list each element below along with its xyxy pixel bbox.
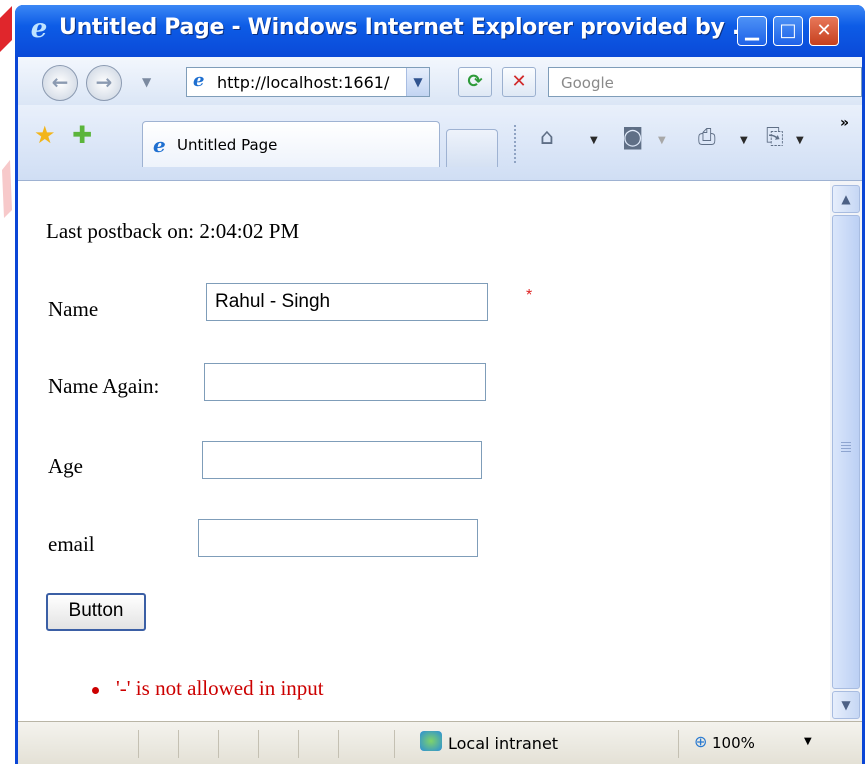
security-zone-text[interactable]: Local intranet <box>448 734 558 753</box>
error-bullet-icon <box>92 687 99 694</box>
title-bar: e Untitled Page - Windows Internet Explo… <box>15 5 865 57</box>
email-field[interactable] <box>198 519 478 557</box>
chevron-more-icon[interactable]: » <box>840 115 849 131</box>
minimize-button[interactable]: ▁ <box>737 16 767 46</box>
zoom-level[interactable]: 100% <box>712 734 755 752</box>
tab-untitled-page[interactable]: e Untitled Page <box>142 121 440 167</box>
page-content: Last postback on: 2:04:02 PM Name * Name… <box>18 181 830 721</box>
stop-button[interactable]: ✕ <box>502 67 536 97</box>
address-toolbar: ← → ▼ e http://localhost:1661/ ▼ ⟳ ✕ Goo… <box>18 57 862 105</box>
close-button[interactable]: ✕ <box>809 16 839 46</box>
scroll-grip-icon <box>841 442 851 452</box>
status-divider <box>178 730 179 758</box>
name-field[interactable] <box>206 283 488 321</box>
recent-pages-dropdown[interactable]: ▼ <box>142 75 151 89</box>
status-divider <box>138 730 139 758</box>
age-field[interactable] <box>202 441 482 479</box>
status-divider <box>258 730 259 758</box>
age-label: Age <box>48 454 83 478</box>
required-marker: * <box>526 287 533 304</box>
email-label: email <box>48 532 95 556</box>
zoom-dropdown-icon[interactable]: ▼ <box>804 736 812 747</box>
tab-label: Untitled Page <box>177 136 278 154</box>
ie-logo-icon: e <box>30 14 48 44</box>
status-bar: Local intranet ⊕ 100% ▼ <box>18 721 862 764</box>
postback-text: Last postback on: 2:04:02 PM <box>46 219 300 243</box>
refresh-button[interactable]: ⟳ <box>458 67 492 97</box>
toolbar-separator <box>514 125 516 163</box>
vertical-scrollbar[interactable]: ▲ ▼ <box>830 181 862 721</box>
window-title: Untitled Page - Windows Internet Explore… <box>59 15 757 40</box>
name-again-field[interactable] <box>204 363 486 401</box>
status-divider <box>218 730 219 758</box>
scroll-down-button[interactable]: ▼ <box>832 691 860 719</box>
address-text[interactable]: http://localhost:1661/ <box>217 73 407 92</box>
feeds-dropdown-icon[interactable]: ▼ <box>658 135 666 146</box>
status-divider <box>298 730 299 758</box>
name-again-label: Name Again: <box>48 374 160 398</box>
new-tab-button[interactable] <box>446 129 498 167</box>
status-divider <box>338 730 339 758</box>
feeds-icon[interactable]: ◙ <box>622 125 643 150</box>
watermark-mark <box>0 6 12 218</box>
tab-page-icon: e <box>153 133 166 157</box>
local-intranet-icon <box>420 731 442 751</box>
tab-toolbar: ★ ✚ e Untitled Page ⌂ ▼ ◙ ▼ ⎙ ▼ ⎘ ▼ » <box>18 105 862 181</box>
address-dropdown-button[interactable]: ▼ <box>406 68 429 96</box>
favorites-center-icon[interactable]: ★ <box>34 121 56 149</box>
home-dropdown-icon[interactable]: ▼ <box>590 135 598 146</box>
page-dropdown-icon[interactable]: ▼ <box>796 135 804 146</box>
status-divider <box>394 730 395 758</box>
print-dropdown-icon[interactable]: ▼ <box>740 135 748 146</box>
home-icon[interactable]: ⌂ <box>540 125 554 150</box>
submit-button[interactable]: Button <box>46 593 146 631</box>
search-input[interactable]: Google <box>548 67 862 97</box>
back-button[interactable]: ← <box>42 65 78 101</box>
name-label: Name <box>48 297 99 321</box>
validation-error-message: '-' is not allowed in input <box>116 676 324 700</box>
browser-window: e Untitled Page - Windows Internet Explo… <box>15 5 865 764</box>
scroll-thumb[interactable] <box>832 215 860 689</box>
forward-button[interactable]: → <box>86 65 122 101</box>
status-divider <box>678 730 679 758</box>
zoom-icon[interactable]: ⊕ <box>694 732 707 751</box>
search-placeholder: Google <box>561 74 614 92</box>
scroll-up-button[interactable]: ▲ <box>832 185 860 213</box>
add-favorites-icon[interactable]: ✚ <box>72 121 92 149</box>
address-bar[interactable]: e http://localhost:1661/ ▼ <box>186 67 430 97</box>
maximize-button[interactable]: □ <box>773 16 803 46</box>
page-menu-icon[interactable]: ⎘ <box>766 125 784 150</box>
page-icon: e <box>193 70 205 91</box>
print-icon[interactable]: ⎙ <box>698 125 716 150</box>
